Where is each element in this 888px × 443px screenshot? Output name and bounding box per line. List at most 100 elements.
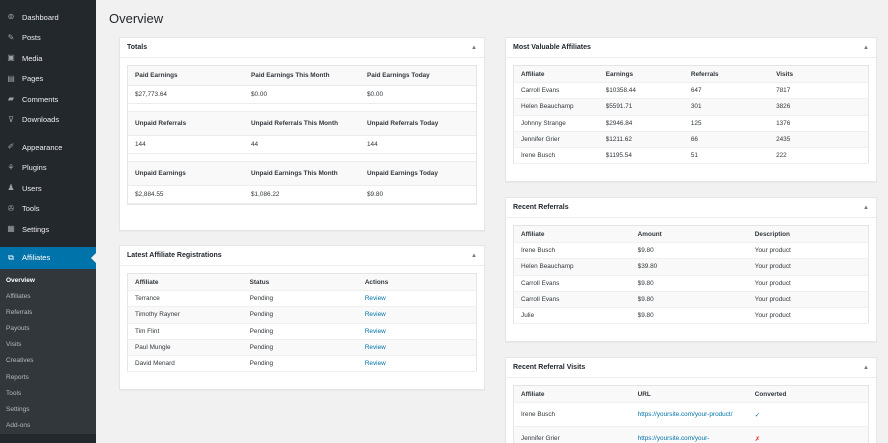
menu-item-downloads[interactable]: ⊽ Downloads — [0, 110, 96, 131]
submenu-item-tools[interactable]: Tools — [0, 386, 96, 402]
visits-value: 1376 — [776, 119, 791, 127]
menu-item-tools[interactable]: ✇ Tools — [0, 199, 96, 220]
review-link[interactable]: Review — [365, 360, 386, 367]
affiliates-submenu: Overview Affiliates Referrals Payouts Visits… — [0, 268, 96, 435]
totals-grid: Paid Earnings Paid Earnings This Month Pai… — [127, 65, 477, 205]
submenu-item-payouts[interactable]: Payouts — [0, 321, 96, 337]
table-row: Carroll Evans $9.80 Your product — [513, 291, 869, 308]
page-icon: ▤ — [7, 73, 15, 83]
totals-value: 144 — [135, 141, 146, 148]
totals-heading: Unpaid Earnings Today — [367, 170, 438, 177]
menu-item-label: Dashboard — [22, 12, 59, 22]
affiliate-name: Helen Beauchamp — [521, 103, 574, 111]
visit-url-link[interactable]: https://yoursite.com/your-product/ — [638, 410, 733, 419]
admin-sidebar: ⊚ Dashboard ✎ Posts ▣ Media ▤ Pages ▰ Comments ⊽ Do… — [0, 0, 96, 443]
review-link[interactable]: Review — [365, 328, 386, 335]
affiliate-name: Jennifer Grier — [521, 136, 560, 144]
menu-item-plugins[interactable]: ⚘ Plugins — [0, 158, 96, 179]
collapse-toggle-icon[interactable]: ▲ — [471, 45, 477, 51]
submenu-item-reports[interactable]: Reports — [0, 370, 96, 386]
menu-item-posts[interactable]: ✎ Posts — [0, 28, 96, 49]
earnings-value: $5591.71 — [605, 103, 633, 111]
collapse-toggle-icon[interactable]: ▲ — [863, 365, 869, 371]
totals-value: $0.00 — [367, 91, 383, 98]
actions-cell: Review — [358, 323, 477, 339]
menu-item-label: Settings — [22, 224, 50, 234]
table-header-row: Affiliate URL Converted — [513, 385, 869, 403]
totals-heading: Paid Earnings This Month — [251, 72, 330, 79]
table-row: Jennifer Grier https://yoursite.com/your-… — [513, 426, 869, 443]
review-link[interactable]: Review — [365, 311, 386, 318]
totals-box: Totals ▲ Paid Earnings Paid Earnings This… — [119, 37, 485, 231]
pin-icon: ✎ — [7, 32, 15, 42]
table-row: Irene Busch $1195.54 51 222 — [513, 148, 869, 164]
affiliate-name: Terrance — [135, 295, 160, 303]
menu-item-label: Media — [22, 53, 43, 63]
affiliate-name: Carroll Evans — [521, 296, 560, 304]
visits-header: Recent Referral Visits ▲ — [506, 358, 876, 378]
submenu-item-referrals[interactable]: Referrals — [0, 305, 96, 321]
column-header: Affiliate — [521, 70, 545, 78]
menu-item-appearance[interactable]: ✐ Appearance — [0, 137, 96, 158]
submenu-item-affiliates[interactable]: Affiliates — [0, 289, 96, 305]
status-text: Pending — [249, 344, 274, 352]
referrals-value: 51 — [690, 152, 698, 160]
menu-item-comments[interactable]: ▰ Comments — [0, 89, 96, 110]
visits-value: 7817 — [776, 87, 791, 95]
valuable-title: Most Valuable Affiliates — [513, 44, 591, 51]
affiliate-name: Paul Mungle — [135, 344, 171, 352]
collapse-toggle-icon[interactable]: ▲ — [863, 45, 869, 51]
menu-item-affiliates[interactable]: ⧉ Affiliates — [0, 246, 96, 269]
referrals-value: 125 — [690, 119, 702, 127]
affiliate-name: Johnny Strange — [521, 119, 566, 127]
submenu-item-visits[interactable]: Visits — [0, 337, 96, 353]
submenu-item-settings[interactable]: Settings — [0, 402, 96, 418]
menu-item-dashboard[interactable]: ⊚ Dashboard — [0, 7, 96, 28]
table-row: Irene Busch $9.80 Your product — [513, 243, 869, 259]
menu-item-settings[interactable]: ▦ Settings — [0, 219, 96, 240]
plugin-icon: ⚘ — [7, 162, 15, 172]
totals-heading: Paid Earnings Today — [367, 72, 430, 79]
amount-value: $39.80 — [637, 263, 658, 271]
visits-value: 222 — [776, 152, 787, 160]
status-text: Pending — [249, 295, 274, 303]
amount-value: $9.80 — [637, 312, 654, 320]
column-header: Description — [754, 230, 790, 238]
column-header: Visits — [776, 70, 793, 78]
submenu-item-overview[interactable]: Overview — [0, 273, 96, 289]
table-row: Jennifer Grier $1211.62 66 2435 — [513, 131, 869, 148]
affiliate-name: Julie — [521, 312, 535, 320]
menu-separator — [0, 240, 96, 247]
visits-title: Recent Referral Visits — [513, 364, 586, 371]
table-header-row: Affiliate Earnings Referrals Visits — [513, 65, 869, 83]
earnings-value: $1195.54 — [605, 152, 632, 160]
totals-header-row: Unpaid Earnings Unpaid Earnings This Mont… — [128, 162, 476, 186]
visits-value: 2435 — [776, 136, 791, 144]
menu-item-label: Plugins — [22, 163, 47, 173]
table-row: David Menard Pending Review — [127, 356, 477, 372]
menu-item-users[interactable]: ♟ Users — [0, 178, 96, 199]
column-header: Status — [249, 278, 270, 286]
review-link[interactable]: Review — [365, 344, 386, 351]
submenu-item-add-ons[interactable]: Add-ons — [0, 418, 96, 434]
review-link[interactable]: Review — [365, 295, 386, 302]
totals-heading: Unpaid Earnings — [135, 170, 186, 177]
menu-item-media[interactable]: ▣ Media — [0, 48, 96, 69]
collapse-toggle-icon[interactable]: ▲ — [471, 253, 477, 259]
visit-url-link[interactable]: https://yoursite.com/your- — [638, 434, 710, 443]
status-text: Pending — [249, 360, 274, 368]
table-header-row: Affiliate Status Actions — [127, 273, 477, 291]
actions-cell: Review — [358, 307, 477, 323]
download-icon: ⊽ — [8, 114, 14, 124]
totals-value: 44 — [251, 141, 259, 148]
column-header: Earnings — [605, 70, 634, 78]
affiliate-name: Helen Beauchamp — [521, 263, 574, 271]
totals-heading: Unpaid Referrals Today — [367, 120, 439, 127]
collapse-toggle-icon[interactable]: ▲ — [863, 205, 869, 211]
brush-icon: ✐ — [7, 142, 15, 152]
affiliate-name: Irene Busch — [521, 152, 556, 160]
menu-item-pages[interactable]: ▤ Pages — [0, 69, 96, 90]
submenu-item-creatives[interactable]: Creatives — [0, 353, 96, 369]
totals-header-row: Unpaid Referrals Unpaid Referrals This Mo… — [128, 112, 476, 136]
menu-item-label: Tools — [22, 204, 40, 214]
